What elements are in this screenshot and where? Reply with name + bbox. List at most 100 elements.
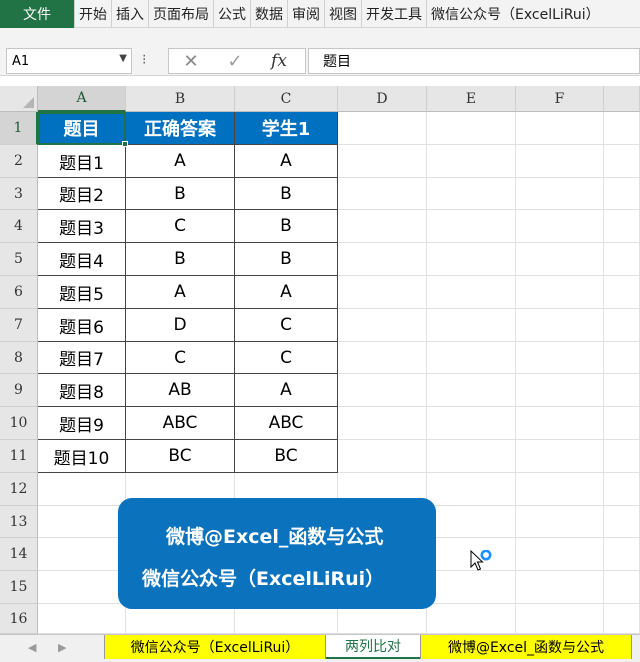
cell-a11[interactable]: 题目10	[38, 440, 126, 473]
tab-formulas[interactable]: 公式	[213, 0, 250, 28]
sheet-tab-two-column-compare[interactable]: 两列比对	[326, 635, 420, 659]
cell-f1[interactable]	[516, 112, 604, 145]
cell-f13[interactable]	[516, 506, 604, 538]
cell-f4[interactable]	[516, 210, 604, 243]
row-header-13[interactable]: 13	[0, 506, 38, 538]
cell-b9[interactable]: AB	[126, 374, 235, 407]
cell-d4[interactable]	[338, 210, 427, 243]
cell-a7[interactable]: 题目6	[38, 309, 126, 342]
sheet-tab-weibo[interactable]: 微博@Excel_函数与公式	[420, 635, 632, 659]
cell-e2[interactable]	[427, 145, 516, 178]
cell-f9[interactable]	[516, 374, 604, 407]
cell-a15[interactable]	[38, 571, 126, 604]
insert-function-icon[interactable]: fx	[257, 51, 301, 71]
row-header-5[interactable]: 5	[0, 243, 38, 276]
cell-f14[interactable]	[516, 538, 604, 571]
cell-e5[interactable]	[427, 243, 516, 276]
row-header-3[interactable]: 3	[0, 178, 38, 210]
cell-a14[interactable]	[38, 538, 126, 571]
row-header-11[interactable]: 11	[0, 440, 38, 473]
prev-sheet-icon[interactable]: ◀	[28, 641, 36, 654]
cell-d5[interactable]	[338, 243, 427, 276]
cell-g2[interactable]	[604, 145, 640, 178]
column-header-partial[interactable]	[604, 86, 640, 112]
cell-e1[interactable]	[427, 112, 516, 145]
cell-f2[interactable]	[516, 145, 604, 178]
cell-d2[interactable]	[338, 145, 427, 178]
row-header-12[interactable]: 12	[0, 473, 38, 506]
row-header-7[interactable]: 7	[0, 309, 38, 342]
cell-g9[interactable]	[604, 374, 640, 407]
cell-b6[interactable]: A	[126, 276, 235, 309]
tab-insert[interactable]: 插入	[111, 0, 148, 28]
cell-f16[interactable]	[516, 604, 604, 634]
cell-f6[interactable]	[516, 276, 604, 309]
row-header-10[interactable]: 10	[0, 407, 38, 440]
cell-g16[interactable]	[604, 604, 640, 634]
row-header-4[interactable]: 4	[0, 210, 38, 243]
cell-c9[interactable]: A	[235, 374, 338, 407]
cell-e8[interactable]	[427, 342, 516, 374]
cell-g14[interactable]	[604, 538, 640, 571]
row-header-16[interactable]: 16	[0, 604, 38, 634]
tab-wechat[interactable]: 微信公众号（ExcelLiRui）	[426, 0, 604, 28]
cell-a3[interactable]: 题目2	[38, 178, 126, 210]
cell-c6[interactable]: A	[235, 276, 338, 309]
cell-g1[interactable]	[604, 112, 640, 145]
cell-g7[interactable]	[604, 309, 640, 342]
cell-e3[interactable]	[427, 178, 516, 210]
cell-c7[interactable]: C	[235, 309, 338, 342]
cell-g11[interactable]	[604, 440, 640, 473]
cell-f10[interactable]	[516, 407, 604, 440]
cell-c3[interactable]: B	[235, 178, 338, 210]
tab-page-layout[interactable]: 页面布局	[148, 0, 213, 28]
more-options-icon[interactable]: ⁝	[142, 52, 147, 68]
cell-e12[interactable]	[427, 473, 516, 506]
cell-c1[interactable]: 学生1	[235, 112, 338, 145]
cell-g6[interactable]	[604, 276, 640, 309]
column-header-a[interactable]: A	[38, 86, 126, 112]
cell-d11[interactable]	[338, 440, 427, 473]
formula-input[interactable]: 题目	[308, 48, 640, 74]
cell-f12[interactable]	[516, 473, 604, 506]
cell-g12[interactable]	[604, 473, 640, 506]
cell-f15[interactable]	[516, 571, 604, 604]
cell-a6[interactable]: 题目5	[38, 276, 126, 309]
tab-home[interactable]: 开始	[74, 0, 111, 28]
cell-e7[interactable]	[427, 309, 516, 342]
cell-e13[interactable]	[427, 506, 516, 538]
cell-d7[interactable]	[338, 309, 427, 342]
row-header-9[interactable]: 9	[0, 374, 38, 407]
cell-b11[interactable]: BC	[126, 440, 235, 473]
cell-e4[interactable]	[427, 210, 516, 243]
cell-f8[interactable]	[516, 342, 604, 374]
name-box[interactable]: A1 ▼	[6, 48, 132, 74]
cell-d3[interactable]	[338, 178, 427, 210]
cell-c2[interactable]: A	[235, 145, 338, 178]
cell-a16[interactable]	[38, 604, 126, 634]
cell-a10[interactable]: 题目9	[38, 407, 126, 440]
cell-e16[interactable]	[427, 604, 516, 634]
cell-d1[interactable]	[338, 112, 427, 145]
cell-b2[interactable]: A	[126, 145, 235, 178]
file-tab[interactable]: 文件	[0, 0, 74, 28]
cell-d9[interactable]	[338, 374, 427, 407]
cell-b10[interactable]: ABC	[126, 407, 235, 440]
cell-g5[interactable]	[604, 243, 640, 276]
cell-c10[interactable]: ABC	[235, 407, 338, 440]
cell-b7[interactable]: D	[126, 309, 235, 342]
cell-a2[interactable]: 题目1	[38, 145, 126, 178]
cell-f5[interactable]	[516, 243, 604, 276]
column-header-d[interactable]: D	[338, 86, 427, 112]
cell-c5[interactable]: B	[235, 243, 338, 276]
cell-b3[interactable]: B	[126, 178, 235, 210]
cell-a5[interactable]: 题目4	[38, 243, 126, 276]
cell-g10[interactable]	[604, 407, 640, 440]
cell-g13[interactable]	[604, 506, 640, 538]
tab-developer[interactable]: 开发工具	[361, 0, 426, 28]
cell-e9[interactable]	[427, 374, 516, 407]
cell-b1[interactable]: 正确答案	[126, 112, 235, 145]
cell-b4[interactable]: C	[126, 210, 235, 243]
row-header-1[interactable]: 1	[0, 112, 38, 145]
cell-e6[interactable]	[427, 276, 516, 309]
